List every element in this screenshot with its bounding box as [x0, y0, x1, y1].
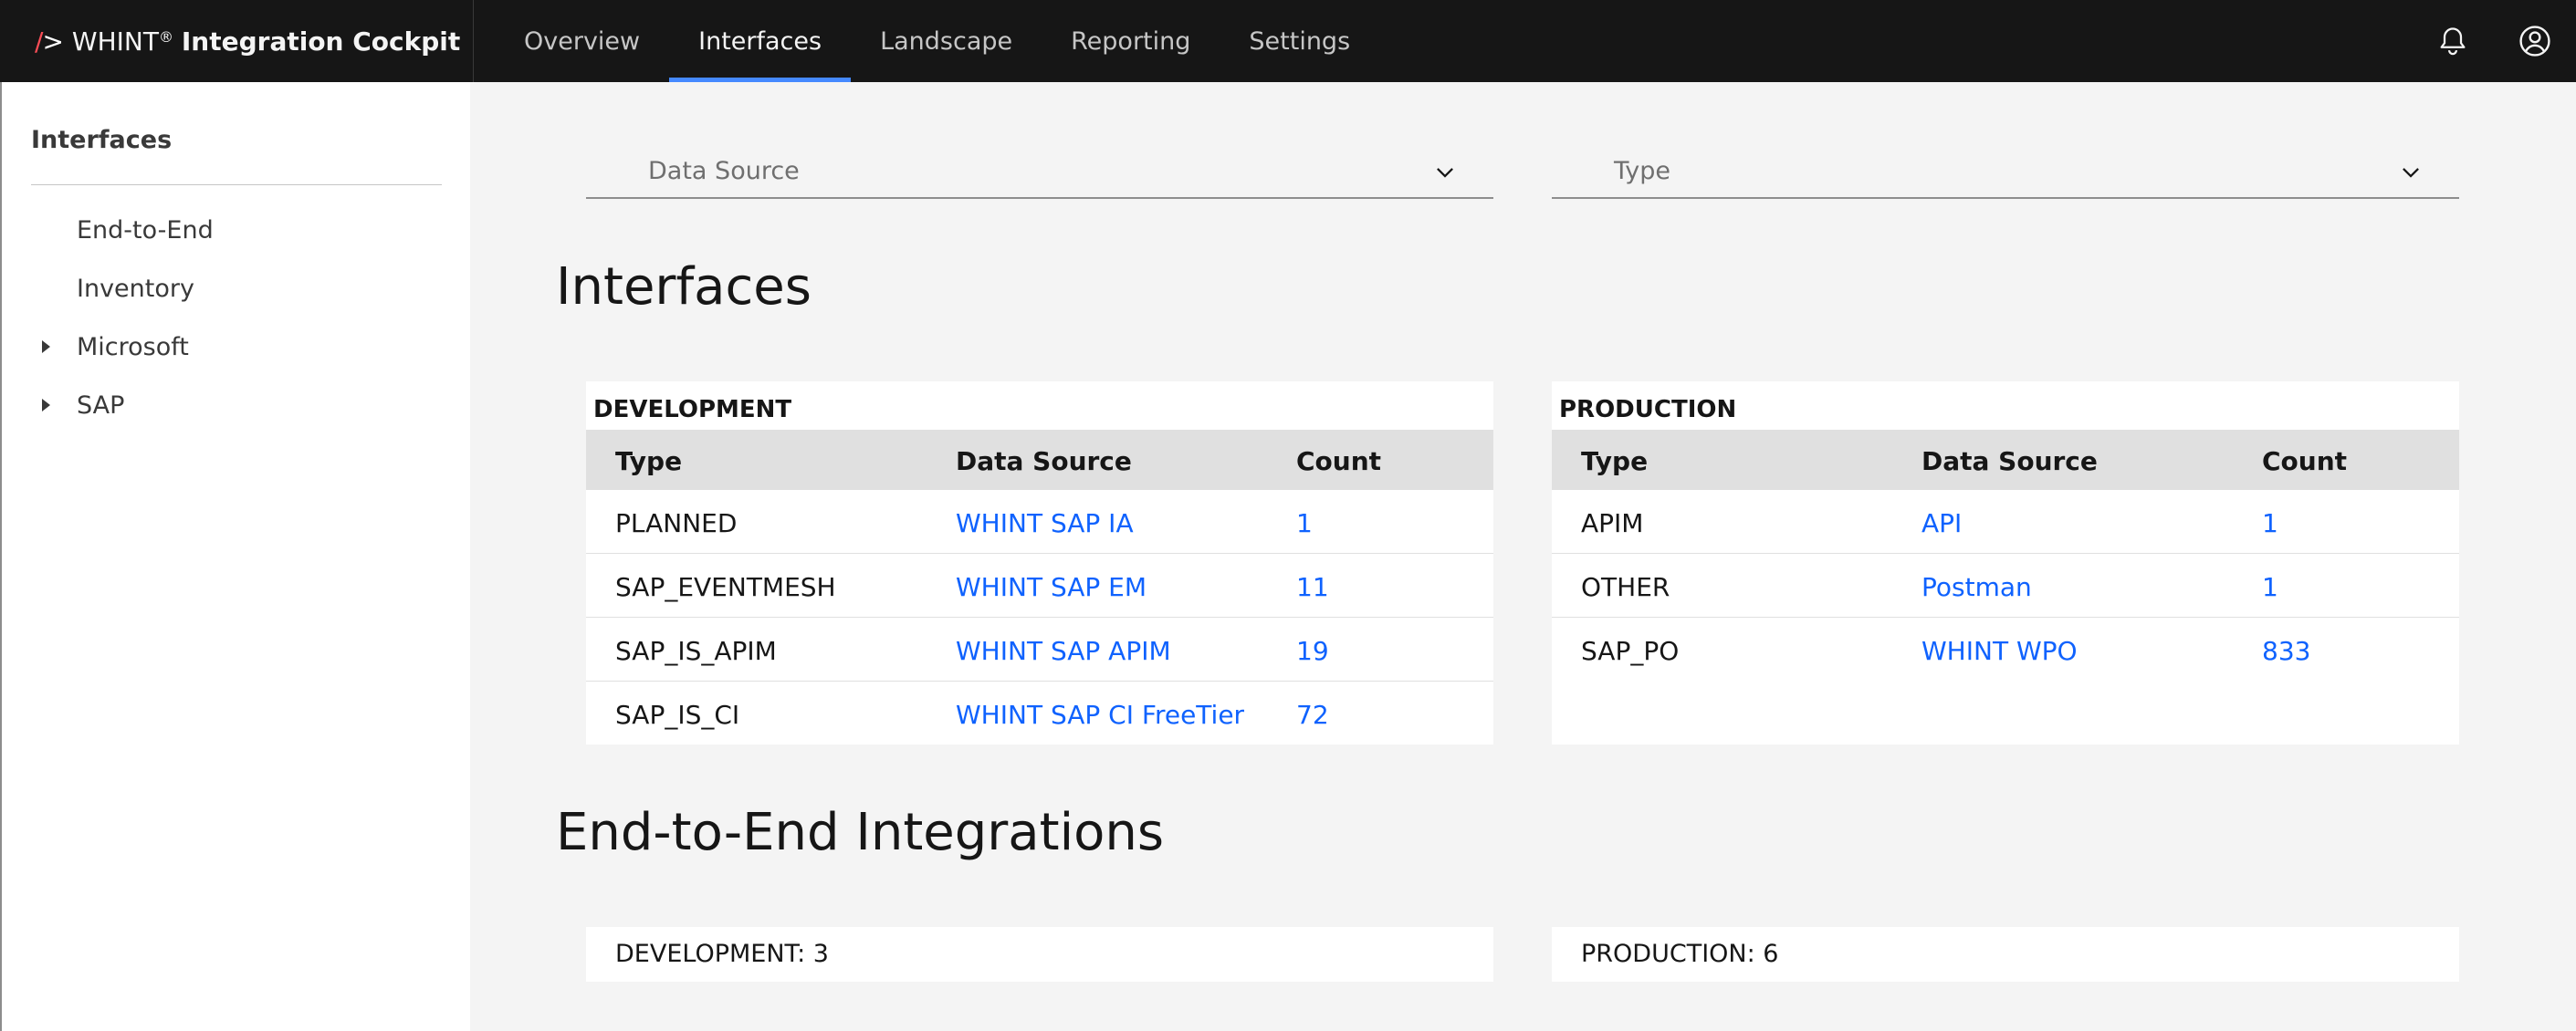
cell-count-link[interactable]: 1 [1296, 508, 1313, 538]
cell-data-source-link[interactable]: WHINT SAP IA [956, 508, 1134, 538]
table-title: PRODUCTION [1559, 396, 1737, 423]
e2e-production-count: PRODUCTION: 6 [1581, 940, 1779, 968]
column-header-count[interactable]: Count [2262, 446, 2347, 476]
nav-interfaces[interactable]: Interfaces [669, 0, 852, 82]
cell-data-source-link[interactable]: WHINT SAP CI FreeTier [956, 700, 1244, 730]
cell-count-link[interactable]: 19 [1296, 636, 1329, 666]
sidebar-item-label: Microsoft [77, 332, 189, 361]
table-header: Type Data Source Count [586, 430, 1493, 490]
cell-count-link[interactable]: 833 [2262, 636, 2310, 666]
production-table: PRODUCTION Type Data Source Count APIM A… [1552, 381, 2459, 745]
e2e-heading: End-to-End Integrations [556, 803, 1165, 862]
header-actions [2412, 0, 2576, 82]
user-avatar-icon[interactable] [2494, 0, 2576, 82]
cell-data-source-link[interactable]: Postman [1922, 572, 2032, 602]
top-header: /> WHINT® Integration Cockpit Overview I… [0, 0, 2576, 82]
cell-count-link[interactable]: 11 [1296, 572, 1329, 602]
main-nav: Overview Interfaces Landscape Reporting … [495, 0, 1379, 82]
chevron-down-icon [2399, 161, 2423, 188]
column-header-data-source[interactable]: Data Source [956, 446, 1132, 476]
caret-right-icon[interactable] [42, 399, 50, 411]
cell-type: APIM [1581, 508, 1644, 538]
cell-data-source-link[interactable]: API [1922, 508, 1962, 538]
cell-count-link[interactable]: 72 [1296, 700, 1329, 730]
chevron-down-icon [1433, 161, 1457, 188]
brand-logo[interactable]: /> WHINT® Integration Cockpit [0, 0, 474, 82]
table-row: PLANNED WHINT SAP IA 1 [586, 490, 1493, 554]
cell-type: OTHER [1581, 572, 1670, 602]
column-header-data-source[interactable]: Data Source [1922, 446, 2098, 476]
dropdown-placeholder: Data Source [648, 157, 800, 185]
table-row: SAP_EVENTMESH WHINT SAP EM 11 [586, 554, 1493, 618]
table-row: OTHER Postman 1 [1552, 554, 2459, 618]
development-table: DEVELOPMENT Type Data Source Count PLANN… [586, 381, 1493, 745]
table-row: SAP_PO WHINT WPO 833 [1552, 618, 2459, 682]
table-row: SAP_IS_APIM WHINT SAP APIM 19 [586, 618, 1493, 682]
table-row: SAP_IS_CI WHINT SAP CI FreeTier 72 [586, 682, 1493, 745]
sidebar-item-inventory[interactable]: Inventory [2, 263, 472, 314]
sidebar-title: Interfaces [31, 126, 173, 154]
type-dropdown[interactable]: Type [1552, 146, 2459, 199]
sidebar-divider [31, 184, 442, 185]
sidebar-item-label: Inventory [77, 274, 194, 303]
nav-overview[interactable]: Overview [495, 0, 669, 82]
cell-count-link[interactable]: 1 [2262, 572, 2278, 602]
main-content: Data Source Type Interfaces DEVELOPMENT … [470, 82, 2576, 1031]
sidebar-item-end-to-end[interactable]: End-to-End [2, 204, 472, 255]
data-source-dropdown[interactable]: Data Source [586, 146, 1493, 199]
brand-mark: /> [35, 26, 64, 57]
sidebar-item-label: End-to-End [77, 215, 214, 245]
cell-count-link[interactable]: 1 [2262, 508, 2278, 538]
nav-reporting[interactable]: Reporting [1042, 0, 1220, 82]
sidebar-item-label: SAP [77, 391, 125, 420]
cell-type: PLANNED [615, 508, 738, 538]
e2e-production-card[interactable]: PRODUCTION: 6 [1552, 927, 2459, 982]
notification-icon[interactable] [2412, 0, 2494, 82]
nav-settings[interactable]: Settings [1220, 0, 1379, 82]
nav-landscape[interactable]: Landscape [851, 0, 1042, 82]
column-header-type[interactable]: Type [1581, 446, 1648, 476]
table-header: Type Data Source Count [1552, 430, 2459, 490]
e2e-development-card[interactable]: DEVELOPMENT: 3 [586, 927, 1493, 982]
column-header-type[interactable]: Type [615, 446, 682, 476]
table-row: APIM API 1 [1552, 490, 2459, 554]
column-header-count[interactable]: Count [1296, 446, 1381, 476]
cell-type: SAP_EVENTMESH [615, 572, 836, 602]
sidebar-item-sap[interactable]: SAP [2, 380, 472, 431]
e2e-development-count: DEVELOPMENT: 3 [615, 940, 829, 968]
cell-data-source-link[interactable]: WHINT SAP EM [956, 572, 1147, 602]
cell-type: SAP_IS_CI [615, 700, 740, 730]
interfaces-heading: Interfaces [556, 257, 812, 317]
caret-right-icon[interactable] [42, 340, 50, 353]
table-title: DEVELOPMENT [593, 396, 792, 423]
cell-data-source-link[interactable]: WHINT WPO [1922, 636, 2078, 666]
cell-data-source-link[interactable]: WHINT SAP APIM [956, 636, 1171, 666]
dropdown-placeholder: Type [1614, 157, 1671, 185]
sidebar-item-microsoft[interactable]: Microsoft [2, 321, 472, 372]
app-title: WHINT® Integration Cockpit [71, 26, 461, 57]
cell-type: SAP_PO [1581, 636, 1680, 666]
sidebar: Interfaces End-to-End Inventory Microsof… [0, 82, 470, 1031]
cell-type: SAP_IS_APIM [615, 636, 777, 666]
